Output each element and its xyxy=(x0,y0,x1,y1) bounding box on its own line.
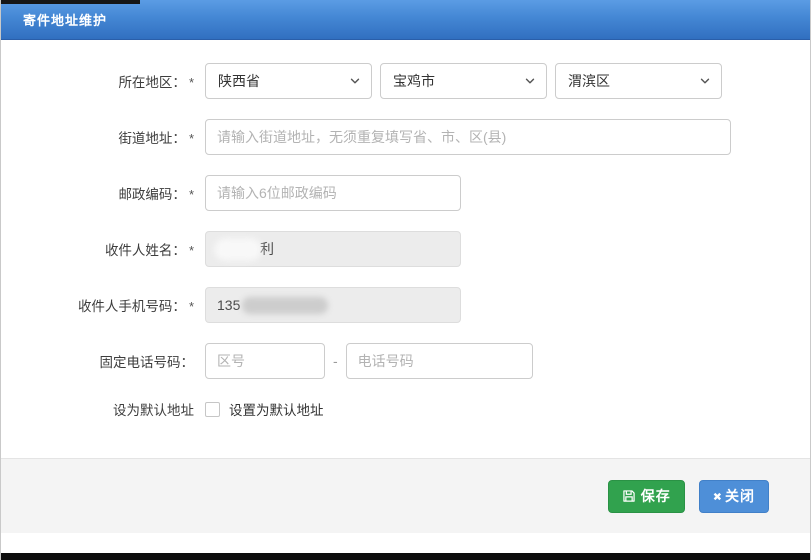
postcode-row: 邮政编码：* xyxy=(1,175,810,211)
province-select[interactable]: 陕西省 xyxy=(205,63,372,99)
window-edge-artifact xyxy=(1,0,140,4)
region-label: 所在地区：* xyxy=(1,71,205,91)
default-address-row: 设为默认地址 设置为默认地址 xyxy=(1,399,810,419)
required-mark: * xyxy=(189,243,194,258)
redacted-text xyxy=(217,241,259,258)
recipient-mobile-visible: 135 xyxy=(217,297,240,313)
close-button-label: 关闭 xyxy=(725,486,755,506)
required-mark: * xyxy=(189,187,194,202)
city-select[interactable]: 宝鸡市 xyxy=(380,63,547,99)
save-button[interactable]: 保存 xyxy=(608,480,685,513)
chevron-down-icon xyxy=(349,75,361,87)
region-row: 所在地区：* 陕西省 宝鸡市 渭滨区 xyxy=(1,63,810,99)
required-mark: * xyxy=(189,299,194,314)
street-row: 街道地址：* xyxy=(1,119,810,155)
postcode-label: 邮政编码：* xyxy=(1,183,205,203)
phone-number-input[interactable] xyxy=(346,343,533,379)
dialog-header: 寄件地址维护 xyxy=(1,0,810,40)
required-mark: * xyxy=(189,131,194,146)
street-label: 街道地址：* xyxy=(1,127,205,147)
save-button-label: 保存 xyxy=(641,486,671,506)
redacted-text xyxy=(242,297,328,314)
province-select-value: 陕西省 xyxy=(218,71,260,91)
area-code-input[interactable] xyxy=(205,343,325,379)
district-select-value: 渭滨区 xyxy=(568,71,610,91)
dash-separator: - xyxy=(333,353,338,369)
recipient-mobile-label: 收件人手机号码：* xyxy=(1,295,205,315)
recipient-name-label: 收件人姓名：* xyxy=(1,239,205,259)
dialog-footer: 保存 ✖ 关闭 xyxy=(1,458,810,533)
recipient-name-visible: 利 xyxy=(260,239,274,259)
landline-row: 固定电话号码： - xyxy=(1,343,810,379)
default-address-checkbox-label: 设置为默认地址 xyxy=(229,399,324,419)
close-icon: ✖ xyxy=(713,490,723,503)
required-mark: * xyxy=(189,75,194,90)
save-icon xyxy=(622,489,636,503)
window-bottom-edge xyxy=(0,553,811,560)
chevron-down-icon xyxy=(524,75,536,87)
recipient-mobile-field: 135 xyxy=(205,287,461,323)
page-title: 寄件地址维护 xyxy=(23,10,107,29)
recipient-name-row: 收件人姓名：* 利 xyxy=(1,231,810,267)
recipient-mobile-row: 收件人手机号码：* 135 xyxy=(1,287,810,323)
chevron-down-icon xyxy=(699,75,711,87)
city-select-value: 宝鸡市 xyxy=(393,71,435,91)
street-address-input[interactable] xyxy=(205,119,731,155)
district-select[interactable]: 渭滨区 xyxy=(555,63,722,99)
landline-label: 固定电话号码： xyxy=(1,351,205,371)
postal-code-input[interactable] xyxy=(205,175,461,211)
recipient-name-field: 利 xyxy=(205,231,461,267)
default-address-label: 设为默认地址 xyxy=(1,399,205,419)
address-maintenance-dialog: 寄件地址维护 所在地区：* 陕西省 宝鸡市 渭滨区 xyxy=(0,0,811,560)
close-button[interactable]: ✖ 关闭 xyxy=(699,480,769,513)
default-address-checkbox[interactable] xyxy=(205,402,220,417)
address-form: 所在地区：* 陕西省 宝鸡市 渭滨区 街道地址：* xyxy=(1,40,810,419)
